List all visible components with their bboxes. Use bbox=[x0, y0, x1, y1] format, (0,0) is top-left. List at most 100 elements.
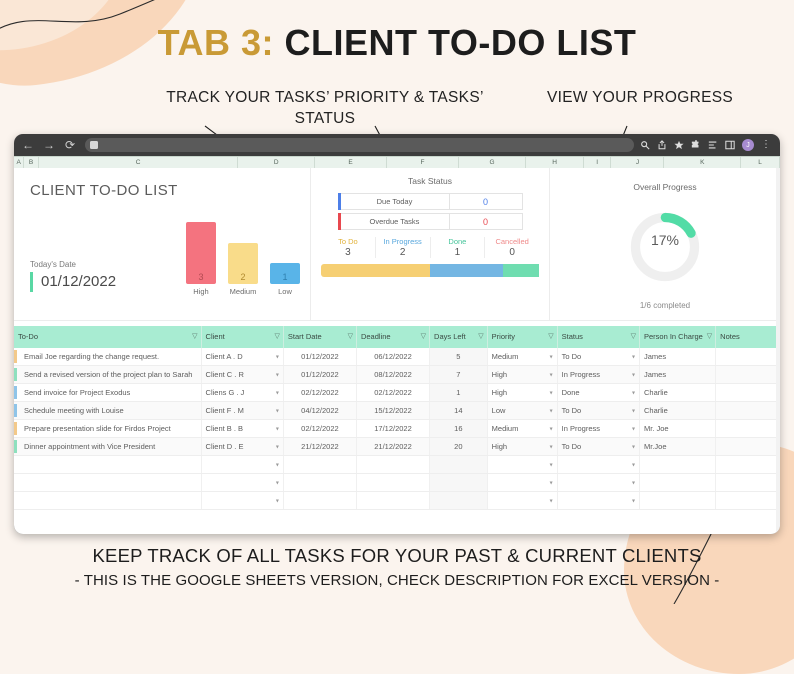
cell-priority[interactable]: High ▾ bbox=[487, 437, 558, 456]
cell-notes[interactable] bbox=[715, 419, 780, 438]
cell-deadline[interactable] bbox=[356, 455, 431, 474]
back-icon[interactable]: ← bbox=[20, 137, 36, 153]
column-header-d[interactable]: D bbox=[238, 157, 316, 168]
cell-status[interactable]: In Progress ▾ bbox=[557, 365, 641, 384]
table-row-empty[interactable]: ▾ ▾ ▾ bbox=[14, 473, 780, 492]
cell-deadline[interactable]: 17/12/2022 bbox=[356, 419, 431, 438]
table-row[interactable]: Send invoice for Project Exodus Cliens G … bbox=[14, 383, 780, 402]
column-header-i[interactable]: I bbox=[584, 157, 612, 168]
dropdown-arrow-icon[interactable]: ▾ bbox=[276, 371, 279, 378]
dropdown-arrow-icon[interactable]: ▾ bbox=[550, 371, 553, 378]
column-header-j[interactable]: J bbox=[611, 157, 665, 168]
dropdown-arrow-icon[interactable]: ▾ bbox=[632, 425, 635, 432]
table-header-start-date[interactable]: Start Date ▽ bbox=[283, 326, 357, 348]
dropdown-arrow-icon[interactable]: ▾ bbox=[632, 389, 635, 396]
table-header-deadline[interactable]: Deadline ▽ bbox=[356, 326, 431, 348]
table-row[interactable]: Prepare presentation slide for Firdos Pr… bbox=[14, 419, 780, 438]
cell-start-date[interactable]: 04/12/2022 bbox=[283, 401, 357, 420]
cell-priority[interactable]: ▾ bbox=[487, 491, 558, 510]
table-row[interactable]: Email Joe regarding the change request. C… bbox=[14, 348, 780, 366]
cell-start-date[interactable]: 21/12/2022 bbox=[283, 437, 357, 456]
cell-notes[interactable] bbox=[715, 383, 780, 402]
dropdown-arrow-icon[interactable]: ▾ bbox=[632, 353, 635, 360]
cell-client[interactable]: Client B . B ▾ bbox=[201, 419, 284, 438]
dropdown-arrow-icon[interactable]: ▾ bbox=[276, 497, 279, 504]
dropdown-arrow-icon[interactable]: ▾ bbox=[276, 407, 279, 414]
forward-icon[interactable]: → bbox=[41, 137, 57, 153]
cell-person-in-charge[interactable] bbox=[639, 455, 717, 474]
cell-todo[interactable]: Send a revised version of the project pl… bbox=[14, 365, 202, 384]
cell-notes[interactable] bbox=[715, 401, 780, 420]
dropdown-arrow-icon[interactable]: ▾ bbox=[550, 407, 553, 414]
table-header-person-in-charge[interactable]: Person In Charge ▽ bbox=[639, 326, 717, 348]
column-header-e[interactable]: E bbox=[315, 157, 388, 168]
filter-icon[interactable]: ▽ bbox=[631, 333, 636, 341]
cell-start-date[interactable] bbox=[283, 473, 357, 492]
dropdown-arrow-icon[interactable]: ▾ bbox=[550, 479, 553, 486]
cell-start-date[interactable] bbox=[283, 455, 357, 474]
cell-client[interactable]: ▾ bbox=[201, 455, 284, 474]
cell-start-date[interactable]: 01/12/2022 bbox=[283, 365, 357, 384]
cell-priority[interactable]: ▾ bbox=[487, 455, 558, 474]
cell-status[interactable]: To Do ▾ bbox=[557, 348, 641, 366]
search-icon[interactable] bbox=[640, 140, 650, 150]
address-bar[interactable] bbox=[85, 138, 634, 152]
star-icon[interactable] bbox=[674, 140, 684, 150]
dropdown-arrow-icon[interactable]: ▾ bbox=[550, 353, 553, 360]
cell-todo[interactable] bbox=[14, 473, 202, 492]
dropdown-arrow-icon[interactable]: ▾ bbox=[632, 443, 635, 450]
dropdown-arrow-icon[interactable]: ▾ bbox=[276, 443, 279, 450]
table-row[interactable]: Send a revised version of the project pl… bbox=[14, 365, 780, 384]
todays-date-value[interactable]: 01/12/2022 bbox=[30, 272, 116, 293]
cell-priority[interactable]: Low ▾ bbox=[487, 401, 558, 420]
cell-todo[interactable]: Prepare presentation slide for Firdos Pr… bbox=[14, 419, 202, 438]
avatar[interactable]: J bbox=[742, 139, 754, 151]
cell-notes[interactable] bbox=[715, 455, 780, 474]
cell-client[interactable]: ▾ bbox=[201, 473, 284, 492]
cell-status[interactable]: ▾ bbox=[557, 473, 641, 492]
cell-client[interactable]: Client C . R ▾ bbox=[201, 365, 284, 384]
cell-client[interactable]: ▾ bbox=[201, 491, 284, 510]
cell-start-date[interactable]: 01/12/2022 bbox=[283, 348, 357, 366]
cell-todo[interactable] bbox=[14, 491, 202, 510]
cell-client[interactable]: Client F . M ▾ bbox=[201, 401, 284, 420]
cell-person-in-charge[interactable]: James bbox=[639, 365, 717, 384]
dropdown-arrow-icon[interactable]: ▾ bbox=[276, 461, 279, 468]
cell-status[interactable]: Done ▾ bbox=[557, 383, 641, 402]
table-header-client[interactable]: Client ▽ bbox=[201, 326, 284, 348]
extensions-icon[interactable] bbox=[691, 140, 701, 150]
cell-start-date[interactable] bbox=[283, 491, 357, 510]
cell-deadline[interactable]: 02/12/2022 bbox=[356, 383, 431, 402]
column-header-h[interactable]: H bbox=[526, 157, 584, 168]
cell-client[interactable]: Cliens G . J ▾ bbox=[201, 383, 284, 402]
cell-deadline[interactable]: 21/12/2022 bbox=[356, 437, 431, 456]
table-header-status[interactable]: Status ▽ bbox=[557, 326, 641, 348]
cell-person-in-charge[interactable]: James bbox=[639, 348, 717, 366]
dropdown-arrow-icon[interactable]: ▾ bbox=[550, 443, 553, 450]
sidepanel-icon[interactable] bbox=[725, 140, 735, 150]
reload-icon[interactable]: ⟳ bbox=[62, 137, 78, 153]
reading-list-icon[interactable] bbox=[708, 140, 718, 150]
dropdown-arrow-icon[interactable]: ▾ bbox=[632, 497, 635, 504]
cell-status[interactable]: ▾ bbox=[557, 491, 641, 510]
table-row-empty[interactable]: ▾ ▾ ▾ bbox=[14, 491, 780, 510]
table-header-priority[interactable]: Priority ▽ bbox=[487, 326, 558, 348]
table-header-notes[interactable]: Notes bbox=[715, 326, 780, 348]
table-header-to-do[interactable]: To-Do ▽ bbox=[14, 326, 202, 348]
dropdown-arrow-icon[interactable]: ▾ bbox=[632, 371, 635, 378]
browser-menu-icon[interactable]: ⋮ bbox=[761, 140, 771, 150]
dropdown-arrow-icon[interactable]: ▾ bbox=[276, 425, 279, 432]
cell-priority[interactable]: ▾ bbox=[487, 473, 558, 492]
cell-deadline[interactable]: 08/12/2022 bbox=[356, 365, 431, 384]
cell-notes[interactable] bbox=[715, 365, 780, 384]
cell-person-in-charge[interactable]: Mr.Joe bbox=[639, 437, 717, 456]
table-header-days-left[interactable]: Days Left ▽ bbox=[429, 326, 488, 348]
cell-start-date[interactable]: 02/12/2022 bbox=[283, 419, 357, 438]
cell-deadline[interactable] bbox=[356, 491, 431, 510]
cell-todo[interactable]: Email Joe regarding the change request. bbox=[14, 348, 202, 366]
table-row[interactable]: Schedule meeting with Louise Client F . M… bbox=[14, 401, 780, 420]
cell-priority[interactable]: High ▾ bbox=[487, 365, 558, 384]
dropdown-arrow-icon[interactable]: ▾ bbox=[550, 425, 553, 432]
cell-status[interactable]: To Do ▾ bbox=[557, 437, 641, 456]
filter-icon[interactable]: ▽ bbox=[275, 333, 280, 341]
